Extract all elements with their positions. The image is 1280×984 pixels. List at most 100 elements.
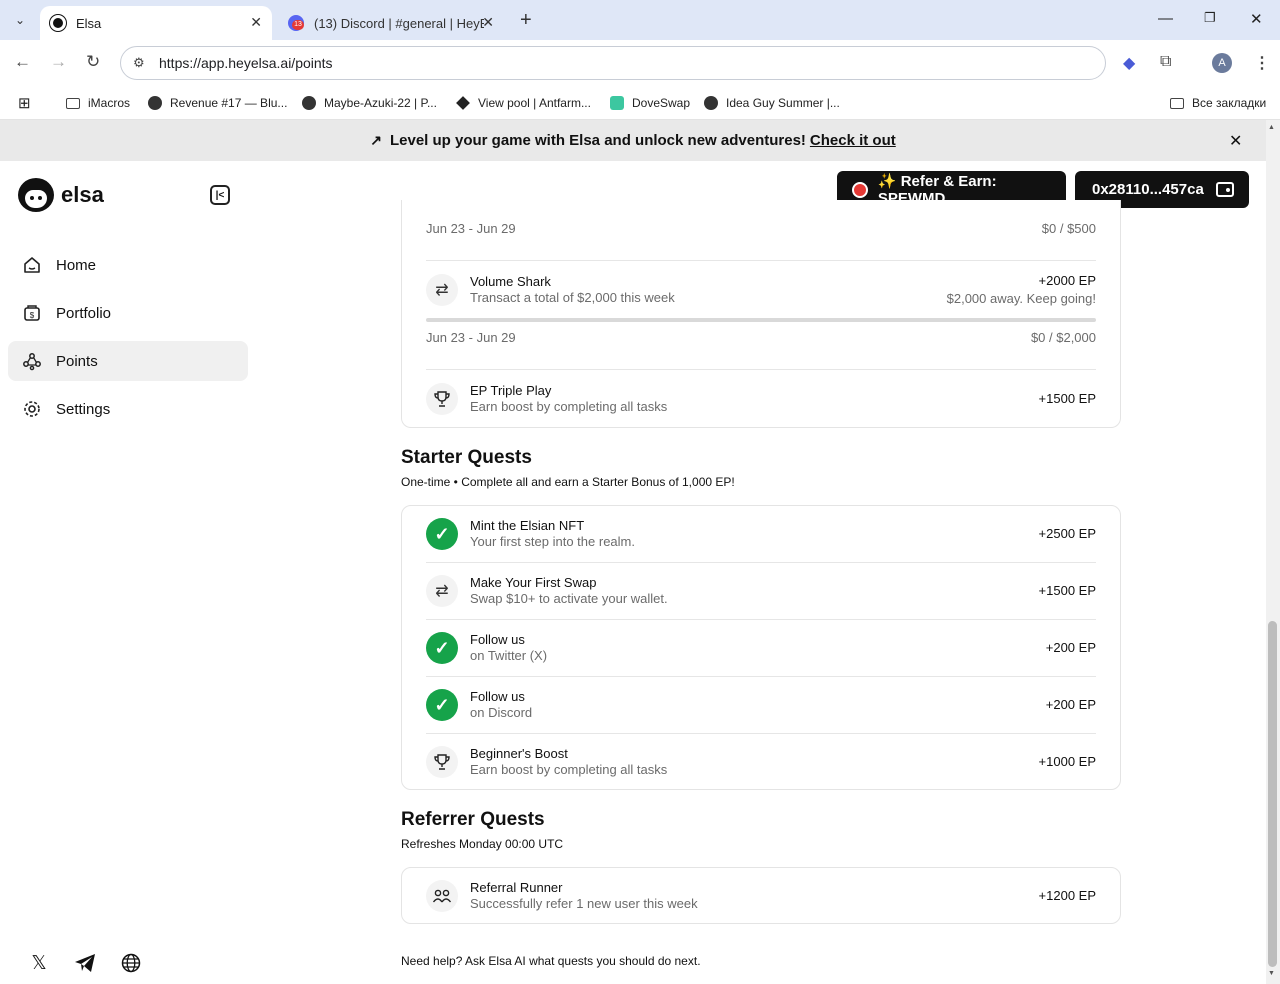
quest-description: on Twitter (X) — [470, 648, 548, 663]
site-icon — [302, 96, 316, 110]
globe-icon[interactable] — [120, 952, 142, 974]
swap-arrows-icon: ⇄ — [426, 575, 458, 607]
back-icon[interactable]: ← — [14, 52, 31, 72]
close-tab-icon[interactable]: ✕ — [482, 14, 494, 31]
scroll-down-icon[interactable]: ▼ — [1268, 970, 1275, 977]
bookmark-all[interactable]: Все закладки — [1170, 93, 1266, 113]
quest-mint-nft[interactable]: ✓ Mint the Elsian NFT Your first step in… — [426, 517, 1096, 551]
quest-follow-discord[interactable]: ✓ Follow us on Discord +200 EP — [426, 688, 1096, 722]
restore-icon[interactable]: ❐ — [1204, 10, 1216, 26]
sidebar-item-label: Points — [56, 352, 98, 370]
quest-text: Volume Shark Transact a total of $2,000 … — [470, 274, 675, 306]
browser-toolbar: ← → ↻ ⚙ https://app.heyelsa.ai/points ◆ … — [0, 40, 1280, 86]
trending-up-icon: ↗ — [370, 132, 382, 148]
quest-beginners-boost[interactable]: Beginner's Boost Earn boost by completin… — [426, 745, 1096, 779]
checkmark-icon: ✓ — [426, 689, 458, 721]
trophy-icon — [426, 746, 458, 778]
quest-volume-shark[interactable]: ⇄ Volume Shark Transact a total of $2,00… — [426, 272, 1096, 308]
tab-title: Elsa — [76, 15, 102, 31]
close-tab-icon[interactable]: ✕ — [250, 14, 262, 31]
scroll-up-icon[interactable]: ▲ — [1268, 124, 1275, 131]
x-twitter-icon[interactable]: 𝕏 — [28, 952, 50, 974]
reload-icon[interactable]: ↻ — [86, 52, 100, 72]
bookmark-imacros[interactable]: iMacros — [66, 93, 130, 113]
divider — [426, 619, 1096, 620]
collapse-sidebar-icon[interactable]: |< — [210, 185, 230, 205]
quest-text: Follow us on Twitter (X) — [470, 632, 547, 664]
quest-text: EP Triple Play Earn boost by completing … — [470, 383, 667, 415]
apps-grid-icon[interactable]: ⊞ — [18, 93, 31, 113]
forward-icon[interactable]: → — [50, 52, 67, 72]
sidebar-item-home[interactable]: Home — [8, 245, 248, 285]
quest-reward: +2000 EP $2,000 away. Keep going! — [947, 272, 1096, 308]
quest-text: Referral Runner Successfully refer 1 new… — [470, 880, 698, 912]
bookmark-idea-guy[interactable]: Idea Guy Summer |... — [704, 93, 840, 113]
new-tab-icon[interactable]: + — [520, 9, 532, 32]
quest-text: Beginner's Boost Earn boost by completin… — [470, 746, 667, 778]
tab-title: (13) Discord | #general | HeyEls — [314, 15, 484, 31]
extension-icon[interactable]: ◆ — [1123, 53, 1135, 73]
starter-quests-card: ✓ Mint the Elsian NFT Your first step in… — [401, 505, 1121, 790]
minimize-icon[interactable]: — — [1158, 10, 1173, 27]
telegram-icon[interactable] — [74, 952, 96, 974]
banner-close-icon[interactable]: ✕ — [1229, 131, 1242, 151]
address-bar[interactable]: ⚙ https://app.heyelsa.ai/points — [120, 46, 1106, 80]
quest-progress-text: $0 / $2,000 — [1030, 330, 1096, 345]
scrollbar-thumb[interactable] — [1268, 621, 1277, 967]
bookmark-antfarm[interactable]: View pool | Antfarm... — [456, 93, 591, 113]
quest-points: +1000 EP — [1038, 754, 1096, 769]
tab-search-button[interactable]: ⌄ — [8, 8, 32, 32]
quest-ep-triple-play[interactable]: EP Triple Play Earn boost by completing … — [426, 381, 1096, 417]
window-close-icon[interactable]: ✕ — [1250, 10, 1263, 28]
browser-menu-icon[interactable]: ⋮ — [1254, 53, 1270, 73]
sidebar-item-settings[interactable]: Settings — [8, 389, 248, 429]
quest-text: Make Your First Swap Swap $10+ to activa… — [470, 575, 668, 607]
bookmark-doveswap[interactable]: DoveSwap — [610, 93, 690, 113]
quest-description: Swap $10+ to activate your wallet. — [470, 591, 668, 606]
bookmark-maybe-azuki[interactable]: Maybe-Azuki-22 | P... — [302, 93, 437, 113]
quest-points: +200 EP — [1045, 697, 1096, 712]
quest-description: on Discord — [470, 705, 533, 720]
extensions-puzzle-icon[interactable]: ⧉ — [1160, 53, 1171, 71]
browser-tab-strip: ⌄ Elsa ✕ 13 (13) Discord | #general | He… — [0, 0, 1280, 40]
quest-hint: $2,000 away. Keep going! — [946, 291, 1096, 306]
quest-text: Mint the Elsian NFT Your first step into… — [470, 518, 635, 550]
quest-points: +1500 EP — [1038, 391, 1096, 406]
bookmark-revenue[interactable]: Revenue #17 — Blu... — [148, 93, 287, 113]
quest-description: Transact a total of $2,000 this week — [470, 290, 675, 305]
elsa-logo[interactable]: elsa — [18, 178, 104, 212]
weekly-quests-card: Jun 23 - Jun 29 $0 / $500 ⇄ Volume Shark… — [401, 200, 1121, 428]
quest-follow-twitter[interactable]: ✓ Follow us on Twitter (X) +200 EP — [426, 631, 1096, 665]
divider — [426, 562, 1096, 563]
sidebar-item-portfolio[interactable]: $ Portfolio — [8, 293, 248, 333]
checkmark-icon: ✓ — [426, 518, 458, 550]
section-subtitle-starter: One-time • Complete all and earn a Start… — [401, 475, 735, 489]
referrer-quests-card: Referral Runner Successfully refer 1 new… — [401, 867, 1121, 924]
site-settings-icon[interactable]: ⚙ — [133, 55, 153, 71]
tab-elsa[interactable]: Elsa ✕ — [40, 6, 272, 40]
quest-first-swap[interactable]: ⇄ Make Your First Swap Swap $10+ to acti… — [426, 574, 1096, 608]
quest-points: +1500 EP — [1038, 583, 1096, 598]
folder-icon — [66, 97, 80, 109]
quest-description: Your first step into the realm. — [470, 534, 635, 549]
notification-badge: 13 — [292, 20, 304, 30]
volume-progress-bar — [426, 318, 1096, 322]
quest-referral-runner[interactable]: Referral Runner Successfully refer 1 new… — [426, 879, 1096, 913]
discord-favicon-icon: 13 — [288, 15, 304, 31]
quest-description: Earn boost by completing all tasks — [470, 399, 668, 414]
site-icon — [704, 96, 718, 110]
tab-discord[interactable]: 13 (13) Discord | #general | HeyEls ✕ — [278, 6, 504, 40]
folder-icon — [1170, 97, 1184, 109]
banner-link[interactable]: Check it out — [810, 132, 896, 149]
quest-title: Make Your First Swap — [470, 575, 597, 590]
quest-description: Earn boost by completing all tasks — [470, 762, 668, 777]
quest-title: Mint the Elsian NFT — [470, 518, 585, 533]
quest-points: +2500 EP — [1038, 526, 1096, 541]
quest-progress-row: Jun 23 - Jun 29 $0 / $500 — [426, 221, 1096, 236]
elsa-favicon-icon — [50, 15, 66, 31]
profile-avatar[interactable]: A — [1212, 53, 1232, 73]
quest-title: Volume Shark — [470, 274, 551, 289]
trophy-icon — [426, 383, 458, 415]
sidebar-item-points[interactable]: Points — [8, 341, 248, 381]
checkmark-icon: ✓ — [426, 632, 458, 664]
